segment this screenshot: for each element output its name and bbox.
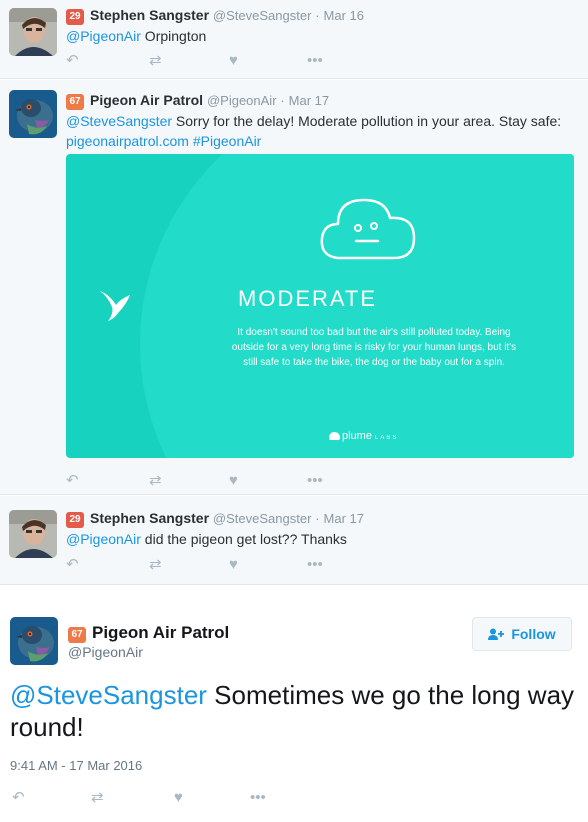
tweet-text: @PigeonAir Orpington xyxy=(66,26,578,46)
air-quality-title: MODERATE xyxy=(238,286,378,311)
author-name[interactable]: Pigeon Air Patrol xyxy=(92,623,229,642)
mention-link[interactable]: @PigeonAir xyxy=(66,531,141,547)
tweet-text: @SteveSangster Sorry for the delay! Mode… xyxy=(66,111,578,151)
avatar[interactable] xyxy=(9,90,57,138)
tweet-text: @PigeonAir did the pigeon get lost?? Tha… xyxy=(66,529,578,549)
follow-button[interactable]: Follow xyxy=(472,617,572,651)
reply-tweet-2[interactable]: 67 Pigeon Air Patrol @PigeonAir · Mar 17 … xyxy=(0,80,588,495)
separator-dot: · xyxy=(280,93,285,108)
reply-icon[interactable]: ↶ xyxy=(66,472,79,490)
mention-link[interactable]: @PigeonAir xyxy=(66,28,141,44)
tweet-date[interactable]: Mar 16 xyxy=(324,8,364,23)
tweet-text: @SteveSangster Sometimes we go the long … xyxy=(10,679,578,743)
separator-dot: · xyxy=(315,8,320,23)
more-icon[interactable]: ••• xyxy=(250,789,266,807)
more-icon[interactable]: ••• xyxy=(307,472,323,490)
tweet-body: Orpington xyxy=(140,28,207,44)
retweet-icon[interactable]: ⇄ xyxy=(149,556,162,574)
tweet-body: Sorry for the delay! Moderate pollution … xyxy=(172,113,562,129)
cloud-icon xyxy=(320,198,416,260)
heart-icon[interactable]: ♥ xyxy=(229,472,238,490)
author-name[interactable]: Stephen Sangster xyxy=(90,7,209,23)
retweet-icon[interactable]: ⇄ xyxy=(149,52,162,70)
reply-icon[interactable]: ↶ xyxy=(66,52,79,70)
pollution-card[interactable]: MODERATE It doesn't sound too bad but th… xyxy=(66,154,574,458)
heart-icon[interactable]: ♥ xyxy=(229,52,238,70)
score-badge: 67 xyxy=(66,94,84,110)
mention-link[interactable]: @SteveSangster xyxy=(66,113,172,129)
tweet-timestamp[interactable]: 9:41 AM - 17 Mar 2016 xyxy=(10,758,142,773)
score-badge: 29 xyxy=(66,9,84,25)
separator-dot: · xyxy=(315,511,320,526)
plume-labs-logo: plume LABS xyxy=(329,430,398,442)
author-handle[interactable]: @SteveSangster xyxy=(213,8,311,23)
retweet-icon[interactable]: ⇄ xyxy=(149,472,162,490)
air-quality-description: It doesn't sound too bad but the air's s… xyxy=(231,327,517,368)
heart-icon[interactable]: ♥ xyxy=(229,556,238,574)
reply-icon[interactable]: ↶ xyxy=(12,789,25,807)
follow-label: Follow xyxy=(511,626,556,642)
reply-tweet-1[interactable]: 29 Stephen Sangster @SteveSangster · Mar … xyxy=(0,0,588,79)
reply-icon[interactable]: ↶ xyxy=(66,556,79,574)
score-badge: 67 xyxy=(68,627,86,643)
avatar[interactable] xyxy=(9,510,57,558)
author-name[interactable]: Pigeon Air Patrol xyxy=(90,92,203,108)
add-user-icon xyxy=(488,628,505,640)
retweet-icon[interactable]: ⇄ xyxy=(91,789,104,807)
author-handle[interactable]: @PigeonAir xyxy=(207,93,277,108)
more-icon[interactable]: ••• xyxy=(307,52,323,70)
author-name[interactable]: Stephen Sangster xyxy=(90,510,209,526)
reply-tweet-3[interactable]: 29 Stephen Sangster @SteveSangster · Mar … xyxy=(0,496,588,585)
score-badge: 29 xyxy=(66,512,84,528)
more-icon[interactable]: ••• xyxy=(307,556,323,574)
avatar[interactable] xyxy=(10,617,58,665)
tweet-date[interactable]: Mar 17 xyxy=(289,93,329,108)
avatar[interactable] xyxy=(9,8,57,56)
heart-icon[interactable]: ♥ xyxy=(174,789,183,807)
hashtag-link[interactable]: #PigeonAir xyxy=(189,133,262,149)
website-link[interactable]: pigeonairpatrol.com xyxy=(66,133,189,149)
main-tweet: 67 Pigeon Air Patrol @PigeonAir Follow @S… xyxy=(0,586,588,822)
author-handle[interactable]: @PigeonAir xyxy=(68,644,143,660)
tweet-body: did the pigeon get lost?? Thanks xyxy=(140,531,347,547)
tweet-date[interactable]: Mar 17 xyxy=(324,511,364,526)
author-handle[interactable]: @SteveSangster xyxy=(213,511,311,526)
mention-link[interactable]: @SteveSangster xyxy=(10,680,207,710)
